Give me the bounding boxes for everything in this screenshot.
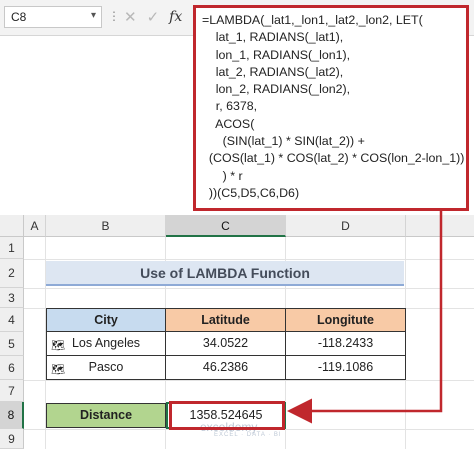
formula-input[interactable]: =LAMBDA(_lat1,_lon1,_lat2,_lon2, LET( la…: [193, 5, 469, 211]
gridline: [24, 288, 474, 289]
table-cell-latitude[interactable]: 46.2386: [165, 355, 286, 380]
formula-line: r, 6378,: [202, 99, 258, 114]
map-icon: 🗺: [51, 364, 65, 376]
table-header-city: City: [46, 308, 166, 332]
name-box-value: C8: [11, 10, 27, 24]
row-header-6[interactable]: 6: [0, 356, 24, 380]
watermark-tagline: EXCEL · DATA · BI: [214, 432, 282, 438]
table-cell-city[interactable]: 🗺 Los Angeles: [46, 331, 166, 356]
column-header-b[interactable]: B: [46, 215, 166, 237]
row-header-9[interactable]: 9: [0, 429, 24, 449]
table-header-longitude: Longitute: [285, 308, 406, 332]
select-all-corner[interactable]: [0, 215, 24, 237]
formula-line: ))(C5,D5,C6,D6): [202, 185, 300, 200]
city-name: Pasco: [88, 360, 124, 374]
table-cell-longitude[interactable]: -119.1086: [285, 355, 406, 380]
sheet-title: Use of LAMBDA Function: [46, 261, 404, 286]
formula-line: =LAMBDA(_lat1,_lon1,_lat2,_lon2, LET(: [202, 13, 423, 27]
row-header-2[interactable]: 2: [0, 259, 24, 288]
name-box[interactable]: C8 ▾: [4, 6, 102, 28]
row-header-5[interactable]: 5: [0, 332, 24, 356]
formula-controls: ✕ ✓ fx: [120, 6, 192, 28]
row-header-8[interactable]: 8: [0, 402, 24, 429]
enter-icon[interactable]: ✓: [147, 8, 160, 26]
table-cell-city[interactable]: 🗺 Pasco: [46, 355, 166, 380]
formula-line: lon_2, RADIANS(_lon2),: [202, 82, 351, 97]
row-header-4[interactable]: 4: [0, 308, 24, 332]
chevron-down-icon[interactable]: ▾: [91, 10, 96, 21]
table-cell-longitude[interactable]: -118.2433: [285, 331, 406, 356]
more-options-icon[interactable]: ⋮: [108, 9, 120, 23]
formula-line: ) * r: [202, 168, 243, 183]
column-header-c[interactable]: C: [166, 215, 286, 237]
column-header-e[interactable]: [406, 215, 474, 237]
table-header-latitude: Latitude: [165, 308, 286, 332]
row-header-7[interactable]: 7: [0, 380, 24, 402]
formula-line: lat_2, RADIANS(_lat2),: [202, 64, 344, 79]
formula-line: lon_1, RADIANS(_lon1),: [202, 47, 351, 62]
gridline: [24, 259, 474, 260]
worksheet: A B C D 1 2 3 4 5 6 7 8 9 Use of LAMBDA …: [0, 215, 474, 449]
column-header-a[interactable]: A: [24, 215, 46, 237]
formula-line: lat_1, RADIANS(_lat1),: [202, 30, 344, 45]
row-header-3[interactable]: 3: [0, 288, 24, 308]
table-cell-latitude[interactable]: 34.0522: [165, 331, 286, 356]
formula-line: (SIN(lat_1) * SIN(lat_2)) +: [202, 134, 365, 149]
formula-line: (COS(lat_1) * COS(lat_2) * COS(lon_2-lon…: [202, 151, 465, 166]
column-header-d[interactable]: D: [286, 215, 406, 237]
cancel-icon[interactable]: ✕: [124, 8, 137, 26]
city-name: Los Angeles: [71, 336, 141, 350]
insert-function-icon[interactable]: fx: [169, 9, 182, 25]
result-highlight: [169, 401, 285, 430]
row-header-1[interactable]: 1: [0, 237, 24, 259]
gridline: [24, 380, 474, 381]
distance-label: Distance: [46, 403, 166, 428]
formula-line: ACOS(: [202, 116, 255, 131]
